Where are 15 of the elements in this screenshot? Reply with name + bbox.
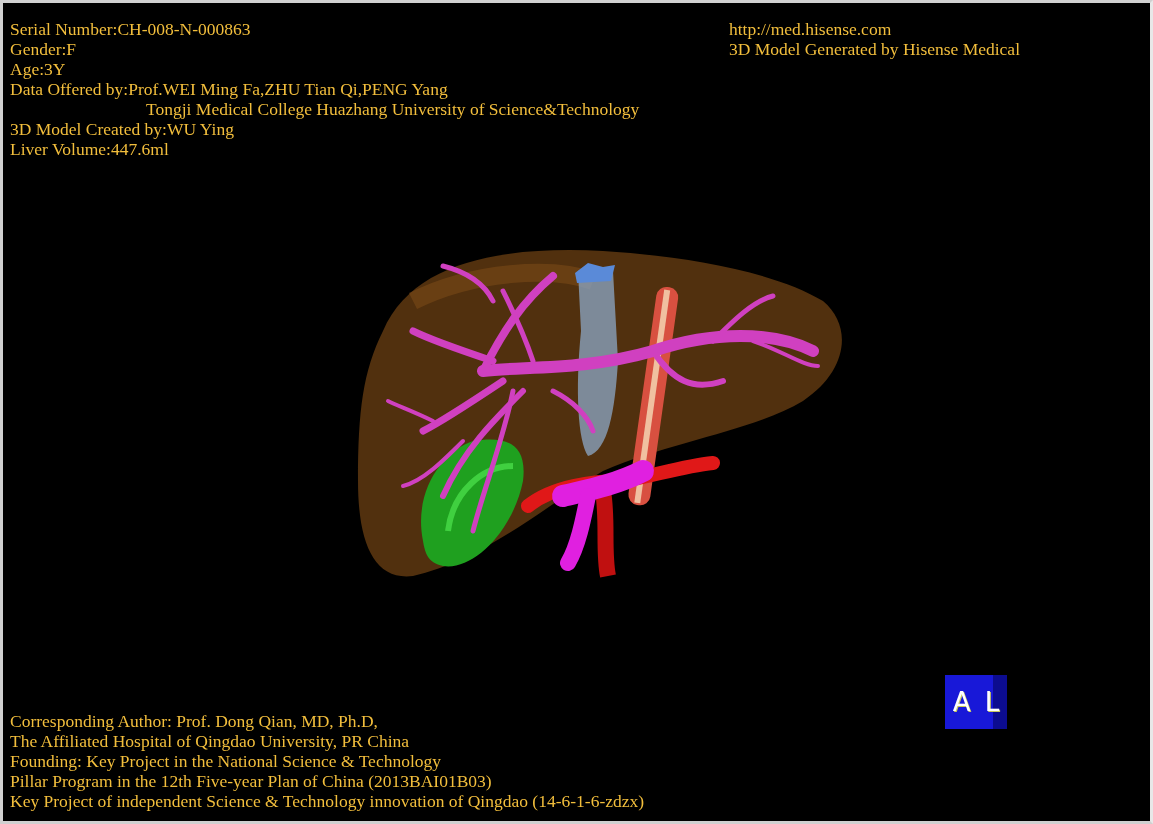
info-text: Serial Number:CH-008-N-000863	[10, 19, 252, 39]
info-text: Gender:F	[10, 39, 78, 59]
info-text: http://med.hisense.com	[728, 19, 893, 39]
info-text: 3D Model Generated by Hisense Medical	[728, 39, 1020, 59]
info-text: 3D Model Created by:WU Ying	[10, 119, 235, 139]
info-text: Tongji Medical College Huazhang University of Science&Technology	[145, 99, 640, 119]
info-text: Data Offered by:Prof.WEI Ming Fa,ZHU Tian Qi,PENG Yang	[10, 79, 449, 99]
info-text: Key Project of independent Science & Technology innovation of Qingdao (14-6-1-6-zdzx)	[10, 791, 645, 811]
info-text: Age:3Y	[10, 59, 67, 79]
info-text: Pillar Program in the 12th Five-year Plan of China (2013BAI01B03)	[10, 771, 493, 791]
info-text: Corresponding Author: Prof. Dong Qian, MD, Ph.D,	[10, 711, 379, 731]
info-text: Founding: Key Project in the National Science & Technology	[10, 751, 442, 771]
info-text: The Affiliated Hospital of Qingdao University, PR China	[10, 731, 411, 751]
info-text: Liver Volume:447.6ml	[10, 139, 170, 159]
orientation-cube[interactable]: A L	[945, 675, 1007, 729]
